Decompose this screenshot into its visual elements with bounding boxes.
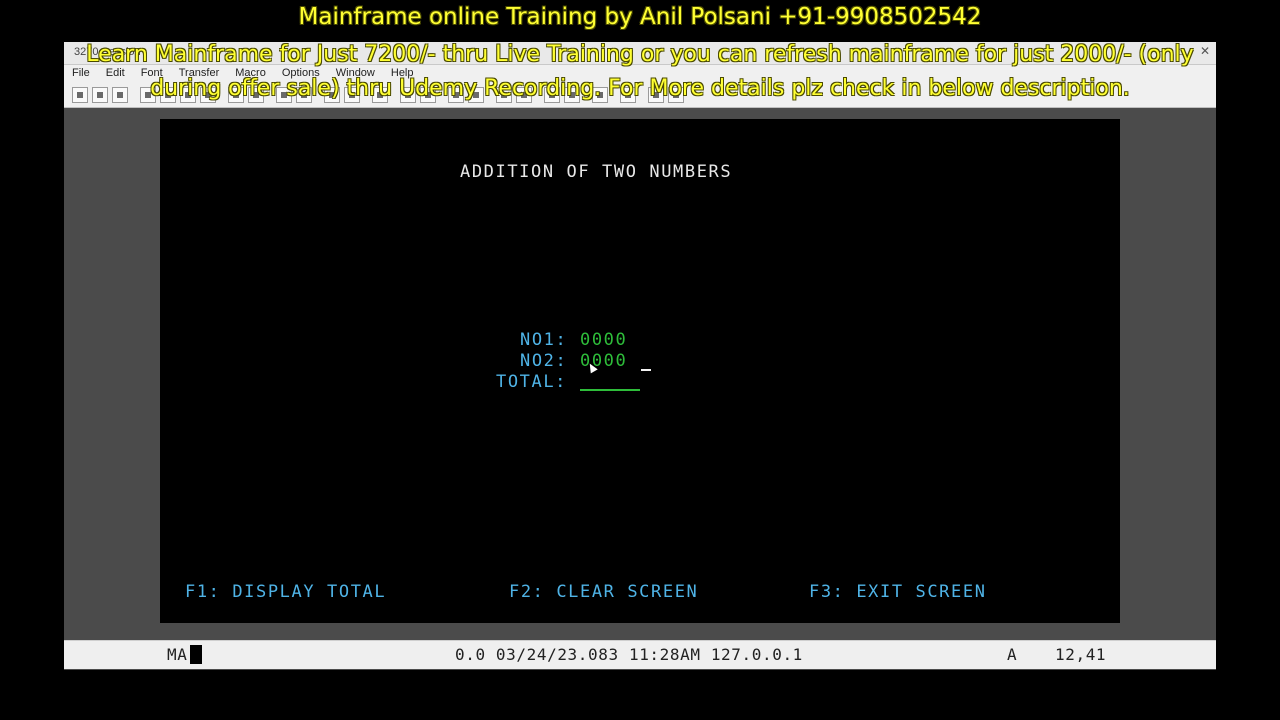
no2-label: NO2: <box>520 351 568 371</box>
total-field-underline <box>580 389 640 391</box>
status-info: 0.0 03/24/23.083 11:28AM 127.0.0.1 <box>455 645 803 664</box>
status-mode: MA <box>167 645 188 664</box>
f1-display-total[interactable]: F1: DISPLAY TOTAL <box>185 582 386 602</box>
f3-exit-screen[interactable]: F3: EXIT SCREEN <box>809 582 987 602</box>
no1-input[interactable]: 0000 <box>580 330 627 350</box>
overlay-title: Mainframe online Training by Anil Polsan… <box>298 4 982 30</box>
no1-label: NO1: <box>520 330 568 350</box>
status-bar: MA 0.0 03/24/23.083 11:28AM 127.0.0.1 A … <box>64 640 1216 669</box>
cursor-position: 12,41 <box>1055 645 1107 664</box>
screen-title: ADDITION OF TWO NUMBERS <box>460 162 733 182</box>
overlay-promo-text: Learn Mainframe for Just 7200/- thru Liv… <box>86 42 1194 101</box>
terminal-screen[interactable]: ADDITION OF TWO NUMBERS NO1: 0000 NO2: 0… <box>160 119 1120 623</box>
status-cursor-block <box>190 645 202 664</box>
status-flag: A <box>1007 645 1018 664</box>
text-cursor <box>641 369 651 371</box>
total-label: TOTAL: <box>496 372 568 392</box>
f2-clear-screen[interactable]: F2: CLEAR SCREEN <box>509 582 698 602</box>
